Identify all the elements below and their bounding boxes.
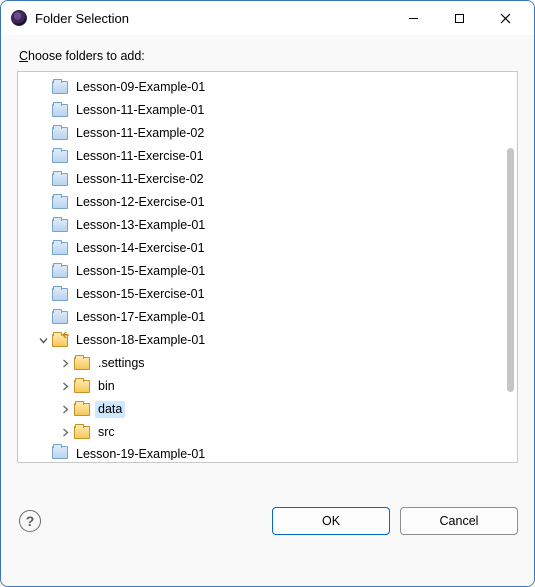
chevron-right-icon[interactable] (58, 357, 72, 371)
folder-closed-icon (52, 265, 68, 278)
expander-placeholder (36, 196, 50, 210)
expander-placeholder (36, 288, 50, 302)
folder-closed-icon (52, 127, 68, 140)
tree-row[interactable]: .settings (18, 352, 503, 375)
tree-item-label[interactable]: Lesson-11-Example-02 (73, 125, 207, 142)
folder-closed-icon (52, 173, 68, 186)
tree-item-label[interactable]: data (95, 401, 125, 418)
folder-closed-icon (52, 104, 68, 117)
expander-placeholder (36, 311, 50, 325)
tree-row[interactable]: Lesson-11-Example-02 (18, 122, 503, 145)
tree-row[interactable]: Lesson-18-Example-01 (18, 329, 503, 352)
folder-closed-icon (52, 288, 68, 301)
folder-open-icon (74, 357, 90, 370)
folder-closed-icon (52, 311, 68, 324)
expander-placeholder (36, 150, 50, 164)
expander-placeholder (36, 265, 50, 279)
tree-row[interactable]: src (18, 421, 503, 444)
expander-placeholder (36, 446, 50, 460)
chevron-right-icon[interactable] (58, 403, 72, 417)
tree-row[interactable]: Lesson-15-Example-01 (18, 260, 503, 283)
expander-placeholder (36, 81, 50, 95)
tree-item-label[interactable]: Lesson-13-Example-01 (73, 217, 208, 234)
folder-closed-icon (52, 81, 68, 94)
folder-closed-icon (52, 196, 68, 209)
folder-closed-icon (52, 219, 68, 232)
eclipse-icon (11, 10, 27, 26)
help-icon[interactable]: ? (19, 510, 41, 532)
tree-row[interactable]: Lesson-12-Exercise-01 (18, 191, 503, 214)
minimize-button[interactable] (390, 3, 436, 33)
tree-item-label[interactable]: Lesson-18-Example-01 (73, 332, 208, 349)
tree-row[interactable]: Lesson-11-Exercise-01 (18, 145, 503, 168)
vertical-scrollbar[interactable] (503, 72, 517, 462)
tree-item-label[interactable]: .settings (95, 355, 148, 372)
expander-placeholder (36, 173, 50, 187)
folder-tree[interactable]: Lesson-09-Example-01 Lesson-11-Example-01… (18, 72, 503, 462)
tree-row[interactable]: data (18, 398, 503, 421)
folder-open-icon (74, 380, 90, 393)
folder-open-icon (74, 426, 90, 439)
titlebar: Folder Selection (1, 1, 534, 35)
tree-row[interactable]: Lesson-17-Example-01 (18, 306, 503, 329)
tree-row[interactable]: bin (18, 375, 503, 398)
tree-item-label[interactable]: Lesson-15-Exercise-01 (73, 286, 208, 303)
dialog-body: Choose folders to add: Lesson-09-Example… (1, 35, 534, 586)
tree-item-label[interactable]: Lesson-15-Example-01 (73, 263, 208, 280)
window-title: Folder Selection (35, 11, 129, 26)
tree-item-label[interactable]: Lesson-12-Exercise-01 (73, 194, 208, 211)
folder-open-icon (74, 403, 90, 416)
chevron-right-icon[interactable] (58, 426, 72, 440)
expander-placeholder (36, 219, 50, 233)
tree-row[interactable]: Lesson-09-Example-01 (18, 76, 503, 99)
tree-item-label[interactable]: Lesson-17-Example-01 (73, 309, 208, 326)
tree-row[interactable]: Lesson-15-Exercise-01 (18, 283, 503, 306)
expander-placeholder (36, 127, 50, 141)
expander-placeholder (36, 104, 50, 118)
tree-row[interactable]: Lesson-14-Exercise-01 (18, 237, 503, 260)
folder-tree-container: Lesson-09-Example-01 Lesson-11-Example-01… (17, 71, 518, 463)
folder-open-icon (52, 334, 68, 347)
chevron-right-icon[interactable] (58, 380, 72, 394)
tree-row[interactable]: Lesson-11-Example-01 (18, 99, 503, 122)
expander-placeholder (36, 242, 50, 256)
tree-item-label[interactable]: Lesson-11-Example-01 (73, 102, 207, 119)
tree-row[interactable]: Lesson-13-Example-01 (18, 214, 503, 237)
prompt-label: Choose folders to add: (19, 49, 518, 63)
dialog-footer: ? OK Cancel (17, 507, 518, 535)
scrollbar-thumb[interactable] (507, 148, 514, 392)
folder-closed-icon (52, 446, 68, 459)
ok-button[interactable]: OK (272, 507, 390, 535)
dialog-window: Folder Selection Choose folders to add: … (0, 0, 535, 587)
tree-row[interactable]: Lesson-19-Example-01 (18, 444, 503, 460)
chevron-down-icon[interactable] (36, 334, 50, 348)
cancel-button[interactable]: Cancel (400, 507, 518, 535)
folder-closed-icon (52, 242, 68, 255)
tree-item-label[interactable]: Lesson-11-Exercise-02 (73, 171, 207, 188)
close-button[interactable] (482, 3, 528, 33)
tree-item-label[interactable]: Lesson-11-Exercise-01 (73, 148, 207, 165)
tree-item-label[interactable]: Lesson-19-Example-01 (73, 446, 208, 460)
tree-item-label[interactable]: bin (95, 378, 118, 395)
tree-row[interactable]: Lesson-11-Exercise-02 (18, 168, 503, 191)
maximize-button[interactable] (436, 3, 482, 33)
folder-closed-icon (52, 150, 68, 163)
tree-item-label[interactable]: src (95, 424, 118, 441)
tree-item-label[interactable]: Lesson-09-Example-01 (73, 79, 208, 96)
tree-item-label[interactable]: Lesson-14-Exercise-01 (73, 240, 208, 257)
